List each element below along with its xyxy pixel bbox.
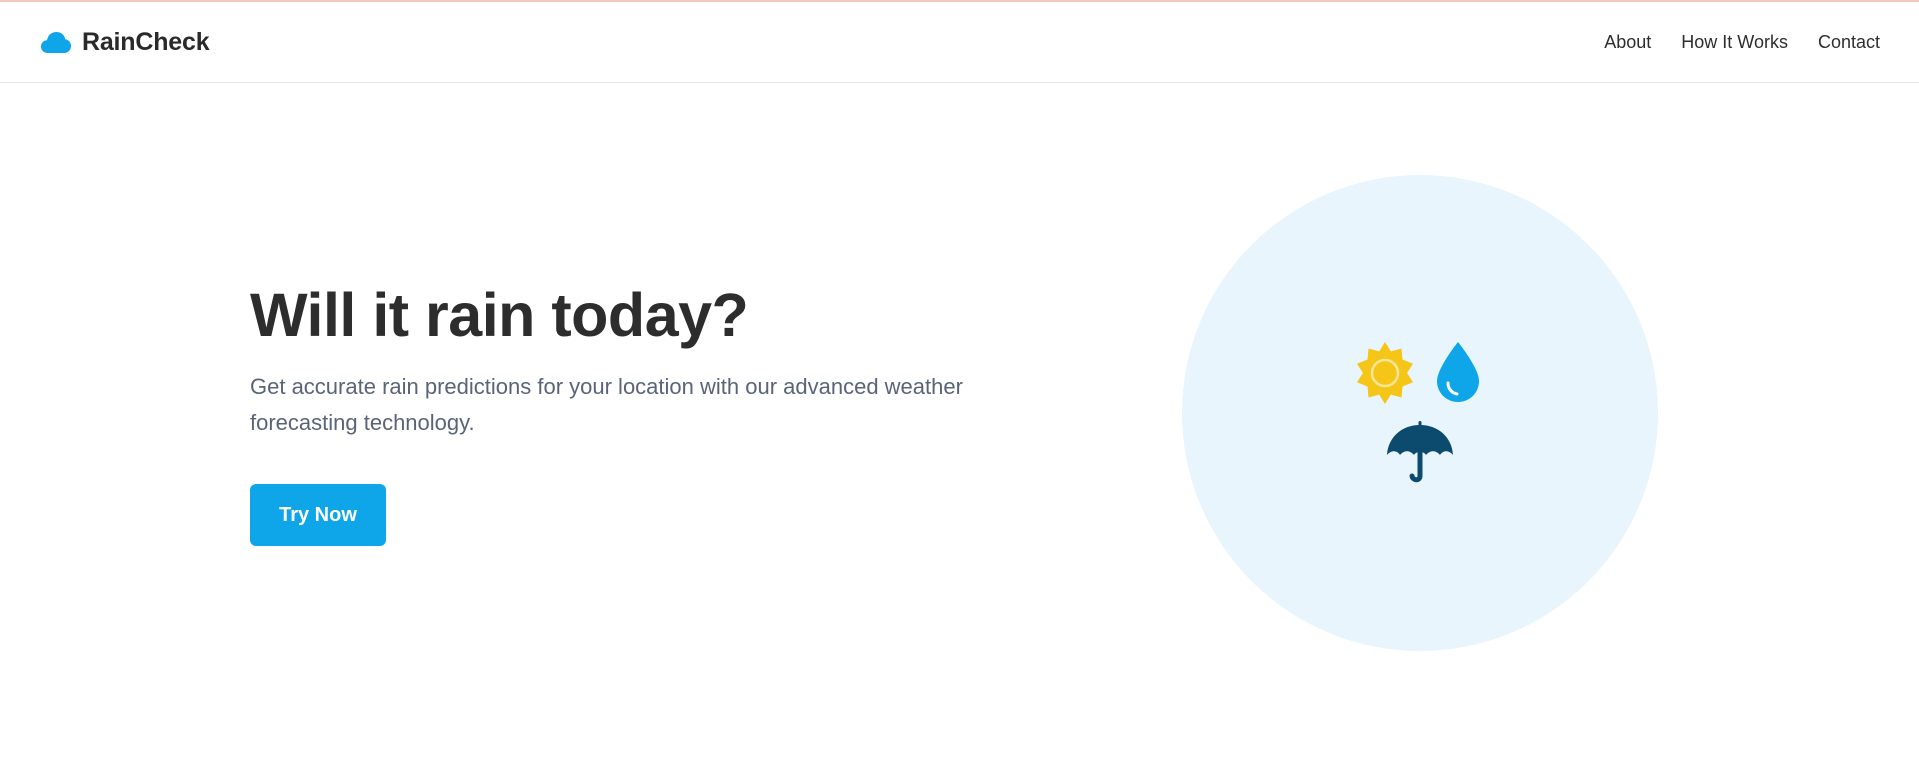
umbrella-icon — [1385, 420, 1455, 489]
navbar: RainCheck About How It Works Contact — [0, 2, 1919, 83]
hero-title: Will it rain today? — [250, 281, 749, 349]
brand-name: RainCheck — [82, 27, 210, 56]
try-now-button[interactable]: Try Now — [250, 484, 386, 546]
hero-section: Will it rain today? Get accurate rain pr… — [250, 281, 1010, 441]
brand-logo-link[interactable]: RainCheck — [40, 27, 210, 57]
water-drop-icon — [1434, 340, 1482, 409]
weather-illustration — [1182, 175, 1658, 651]
nav-link-how-it-works[interactable]: How It Works — [1681, 32, 1788, 53]
nav-link-about[interactable]: About — [1604, 32, 1651, 53]
main-nav: About How It Works Contact — [1604, 32, 1880, 53]
nav-link-contact[interactable]: Contact — [1818, 32, 1880, 53]
hero-subtitle: Get accurate rain predictions for your l… — [250, 374, 963, 436]
sun-icon — [1353, 341, 1417, 410]
cloud-icon — [40, 30, 72, 54]
